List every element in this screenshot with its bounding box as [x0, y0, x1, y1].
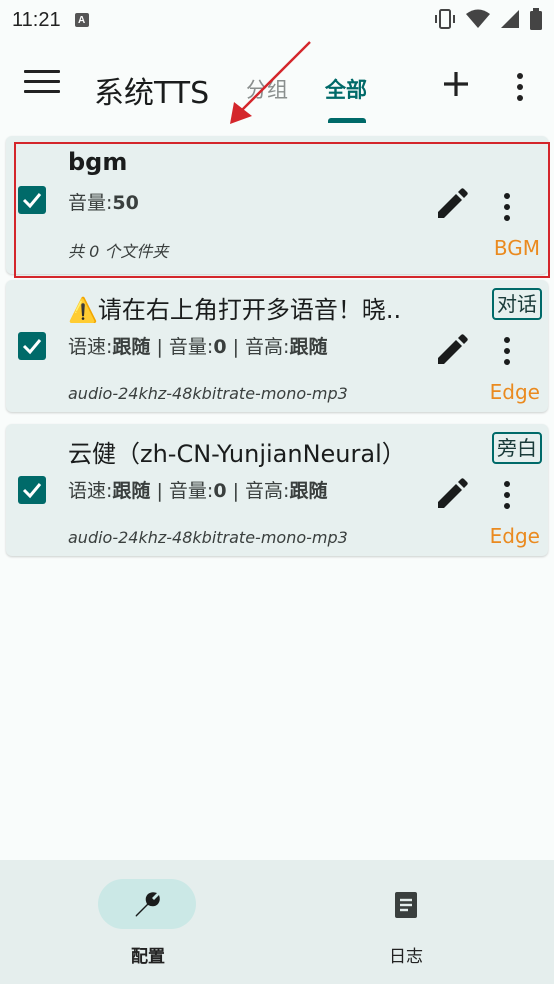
- annotation-arrow: [230, 41, 311, 124]
- menu-icon[interactable]: [24, 70, 60, 100]
- app-notification-icon: A: [74, 13, 89, 27]
- edit-icon[interactable]: [434, 332, 470, 368]
- wrench-icon: [135, 892, 160, 917]
- card-subtitle: audio-24khz-48kbitrate-mono-mp3: [68, 384, 348, 403]
- nav-label-config: 配置: [131, 947, 165, 967]
- bottom-navigation: 配置 日志: [0, 860, 554, 984]
- status-time: 11:21: [12, 8, 61, 31]
- document-icon: [395, 892, 417, 918]
- card-checkbox[interactable]: [18, 476, 46, 504]
- card-info: 语速:跟随 | 音量:0 | 音高:跟随: [68, 336, 328, 358]
- wifi-icon: [466, 9, 490, 28]
- engine-tag: Edge: [489, 524, 540, 548]
- signal-icon: [501, 10, 519, 28]
- annotation-highlight-box: [14, 142, 550, 278]
- role-badge: 对话: [492, 288, 542, 320]
- card-subtitle: audio-24khz-48kbitrate-mono-mp3: [68, 528, 348, 547]
- check-icon: [22, 339, 42, 355]
- role-badge: 旁白: [492, 432, 542, 464]
- nav-item-config[interactable]: 配置: [0, 860, 277, 984]
- more-vert-icon[interactable]: [506, 70, 534, 104]
- card-title: ⚠️请在右上角打开多语音！晓..: [68, 296, 402, 324]
- nav-item-log[interactable]: 日志: [277, 860, 554, 984]
- warning-icon: ⚠️: [68, 296, 98, 324]
- tts-card-multivoice[interactable]: ⚠️请在右上角打开多语音！晓.. 语速:跟随 | 音量:0 | 音高:跟随 au…: [6, 280, 548, 412]
- status-bar: 11:21 A: [0, 0, 554, 40]
- card-checkbox[interactable]: [18, 332, 46, 360]
- card-title: 云健（zh-CN-YunjianNeural）: [68, 440, 406, 468]
- engine-tag: Edge: [489, 380, 540, 404]
- check-icon: [22, 483, 42, 499]
- tab-all[interactable]: 全部: [325, 74, 367, 104]
- status-icons: [434, 8, 542, 30]
- vibrate-icon: [435, 9, 455, 29]
- add-icon[interactable]: [440, 66, 472, 102]
- more-vert-icon[interactable]: [500, 480, 514, 510]
- battery-icon: [530, 8, 542, 30]
- app-title: 系统TTS: [94, 76, 210, 111]
- tab-indicator: [328, 118, 366, 123]
- nav-label-log: 日志: [389, 947, 423, 967]
- edit-icon[interactable]: [434, 476, 470, 512]
- card-info: 语速:跟随 | 音量:0 | 音高:跟随: [68, 480, 328, 502]
- tts-card-yunjian[interactable]: 云健（zh-CN-YunjianNeural） 语速:跟随 | 音量:0 | 音…: [6, 424, 548, 556]
- more-vert-icon[interactable]: [500, 336, 514, 366]
